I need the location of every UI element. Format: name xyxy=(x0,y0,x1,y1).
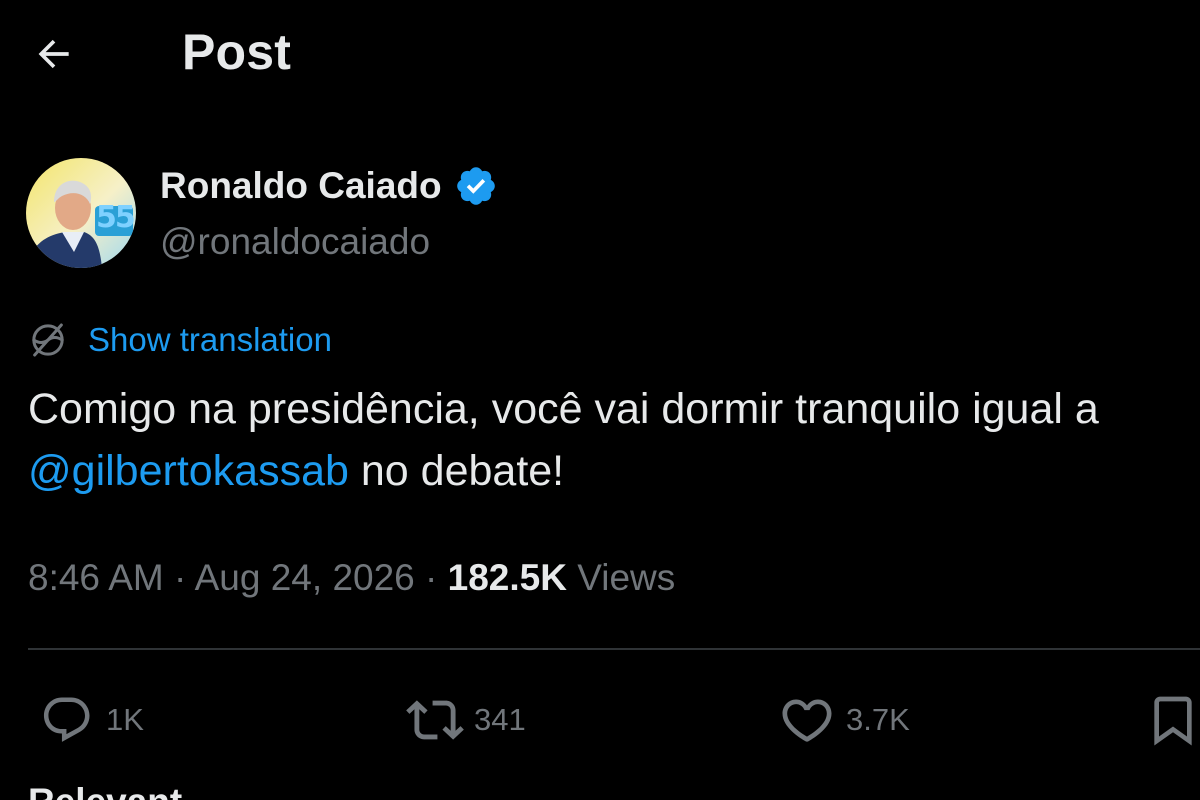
post-text: Comigo na presidência, você vai dormir t… xyxy=(28,378,1099,502)
like-button[interactable]: 3.7K xyxy=(778,688,910,752)
meta-separator: · xyxy=(414,557,448,598)
views-label: Views xyxy=(566,557,676,598)
repost-icon xyxy=(406,691,464,749)
post-meta: 8:46 AM · Aug 24, 2026 · 182.5K Views xyxy=(28,554,675,602)
views-count: 182.5K xyxy=(447,557,567,598)
arrow-left-icon xyxy=(38,39,69,69)
author-name-text: Ronaldo Caiado xyxy=(160,165,442,206)
top-header: Post xyxy=(0,0,1200,104)
heart-icon xyxy=(778,691,836,749)
repost-count: 341 xyxy=(474,702,526,737)
page-title: Post xyxy=(182,24,292,80)
author-handle[interactable]: @ronaldocaiado xyxy=(160,220,430,264)
bookmark-icon xyxy=(1144,691,1200,749)
back-button[interactable] xyxy=(28,28,80,80)
post-time[interactable]: 8:46 AM xyxy=(28,557,164,598)
post-text-line-2: @gilbertokassab no debate! xyxy=(28,440,1099,502)
relevant-section-heading: Relevant xyxy=(28,780,182,800)
like-count: 3.7K xyxy=(846,702,910,737)
show-translation-link[interactable]: Show translation xyxy=(88,318,332,362)
reply-icon xyxy=(38,691,96,749)
verified-badge-icon xyxy=(454,164,498,208)
divider xyxy=(28,648,1200,650)
author-name[interactable]: Ronaldo Caiado xyxy=(160,164,498,208)
post-text-line-2-rest: no debate! xyxy=(348,447,565,495)
post-date[interactable]: Aug 24, 2026 xyxy=(195,557,415,598)
reply-button[interactable]: 1K xyxy=(38,688,144,752)
avatar-badge-text: 55 xyxy=(96,200,136,235)
mention-link[interactable]: @gilbertokassab xyxy=(28,447,349,495)
post-detail-page: Post 55 Ronaldo Caiado @ronaldocaiado Sh… xyxy=(0,0,1200,800)
meta-separator: · xyxy=(163,557,195,598)
action-bar: 1K 341 3.7K xyxy=(0,688,1200,752)
avatar[interactable]: 55 xyxy=(26,158,136,268)
bookmark-button[interactable] xyxy=(1144,688,1200,752)
repost-button[interactable]: 341 xyxy=(406,688,526,752)
reply-count: 1K xyxy=(106,702,144,737)
globe-slash-icon xyxy=(28,320,68,360)
post-text-line-1: Comigo na presidência, você vai dormir t… xyxy=(28,385,1099,433)
translation-row: Show translation xyxy=(28,318,332,362)
